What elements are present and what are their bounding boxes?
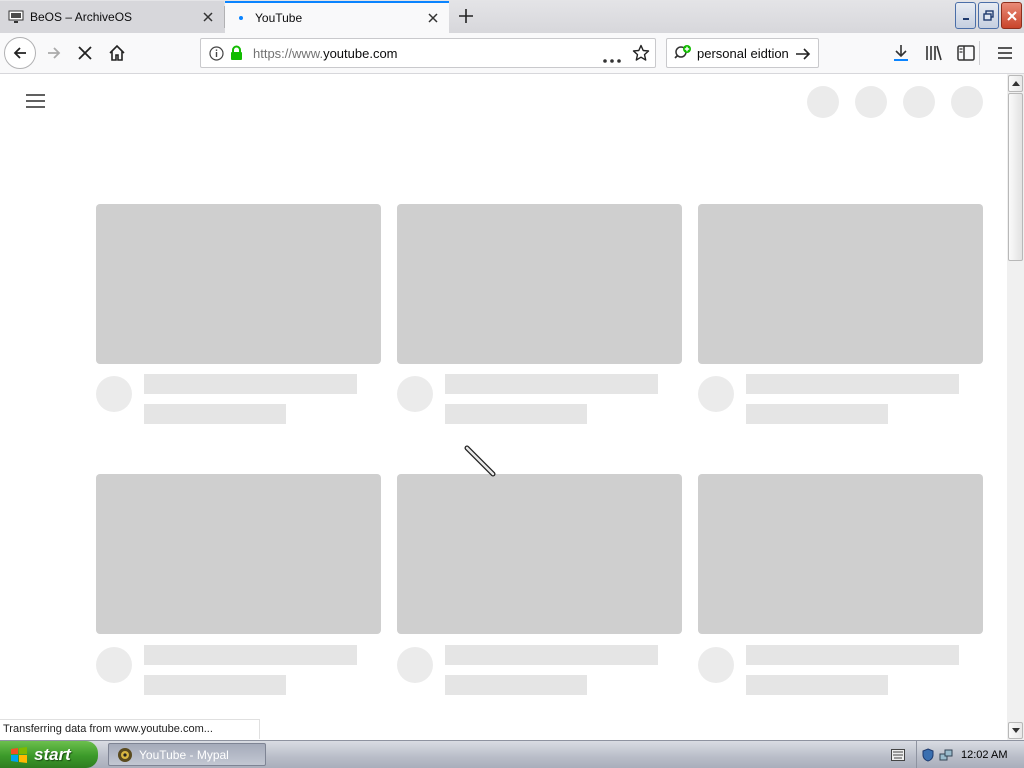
video-thumbnail-placeholder [698,204,983,364]
header-placeholder-circle [807,86,839,118]
channel-avatar-placeholder [96,647,132,683]
toolbar-separator [979,41,980,65]
meta-placeholder [746,675,888,695]
download-icon [894,45,908,61]
channel-avatar-placeholder [96,376,132,412]
close-window-button[interactable] [1001,2,1022,29]
windows-logo-icon [11,746,27,763]
tab-title: YouTube [255,11,303,25]
navigation-toolbar: https://www.youtube.com personal eidtion [0,33,1024,74]
meta-placeholder [445,675,587,695]
page-actions-icon[interactable] [603,52,621,66]
security-shield-icon[interactable] [921,747,935,762]
title-placeholder [746,374,959,394]
minimize-button[interactable] [955,2,976,29]
title-placeholder [445,645,658,665]
video-thumbnail-placeholder [397,474,682,634]
stop-icon [78,46,92,60]
taskbar: start YouTube - Mypal 12:02 AM [0,740,1024,768]
restore-button[interactable] [978,2,999,29]
header-placeholder-circle [855,86,887,118]
info-icon[interactable] [209,46,224,64]
close-icon [1006,10,1017,21]
url-host: youtube.com [323,46,398,61]
url-prefix: https://www. [253,46,324,61]
tab-title: BeOS – ArchiveOS [30,10,133,24]
url-bar[interactable]: https://www.youtube.com [200,38,656,68]
header-placeholder-circle [903,86,935,118]
search-add-icon [674,44,692,65]
home-icon [109,44,125,61]
meta-placeholder [445,404,587,424]
system-tray: 12:02 AM [891,741,1024,768]
downloads-button[interactable] [885,37,917,69]
back-button[interactable] [4,37,36,69]
video-thumbnail-placeholder [96,204,381,364]
bookmark-star-icon[interactable] [632,44,650,65]
hamburger-menu-icon [998,47,1012,59]
mypal-app-icon [118,747,132,762]
keyboard-icon[interactable] [891,748,905,761]
status-text: Transferring data from www.youtube.com..… [0,719,260,739]
forward-button[interactable] [38,37,70,69]
title-placeholder [445,374,658,394]
channel-avatar-placeholder [698,647,734,683]
vertical-scrollbar[interactable] [1007,74,1024,740]
clock: 12:02 AM [961,748,1008,761]
close-tab-icon[interactable] [198,7,218,27]
restore-icon [982,9,994,21]
scroll-up-arrow-icon[interactable] [1008,75,1023,92]
stop-button[interactable] [69,37,101,69]
loading-dot-icon [233,10,249,26]
library-button[interactable] [918,37,950,69]
channel-avatar-placeholder [397,647,433,683]
forward-arrow-icon [48,47,61,59]
title-placeholder [746,645,959,665]
lock-icon [230,45,243,64]
home-button[interactable] [101,37,133,69]
channel-avatar-placeholder [698,376,734,412]
back-arrow-icon [13,47,26,59]
close-tab-icon[interactable] [423,8,443,28]
video-thumbnail-placeholder [96,474,381,634]
start-label: start [34,744,71,764]
video-thumbnail-placeholder [698,474,983,634]
monitor-icon [8,9,24,25]
tab-strip: BeOS – ArchiveOS YouTube [0,0,1024,33]
tab-youtube[interactable]: YouTube [225,1,449,33]
scroll-down-arrow-icon[interactable] [1008,722,1023,739]
meta-placeholder [144,404,286,424]
network-icon[interactable] [939,748,953,762]
meta-placeholder [144,675,286,695]
header-placeholder-circle [951,86,983,118]
start-button[interactable]: start [0,741,98,768]
scrollbar-thumb[interactable] [1008,93,1023,261]
taskbar-item-label: YouTube - Mypal [139,747,229,762]
search-box[interactable]: personal eidtion [666,38,819,68]
title-placeholder [144,645,357,665]
minimize-icon [962,17,969,20]
new-tab-button[interactable] [455,5,477,27]
search-input[interactable]: personal eidtion [697,46,789,61]
video-thumbnail-placeholder [397,204,682,364]
sidebar-button[interactable] [950,37,982,69]
guide-menu-icon[interactable] [26,94,46,110]
taskbar-item-mypal[interactable]: YouTube - Mypal [108,743,266,766]
page-content [0,74,1007,740]
mouse-cursor-icon [464,445,496,477]
main-menu-button[interactable] [989,37,1021,69]
tab-beos-archiveos[interactable]: BeOS – ArchiveOS [0,1,224,33]
library-icon [926,45,942,61]
sidebar-icon [957,45,975,61]
plus-icon [459,9,473,23]
search-go-arrow-icon[interactable] [795,46,811,65]
title-placeholder [144,374,357,394]
meta-placeholder [746,404,888,424]
channel-avatar-placeholder [397,376,433,412]
url-text: https://www.youtube.com [253,46,398,61]
